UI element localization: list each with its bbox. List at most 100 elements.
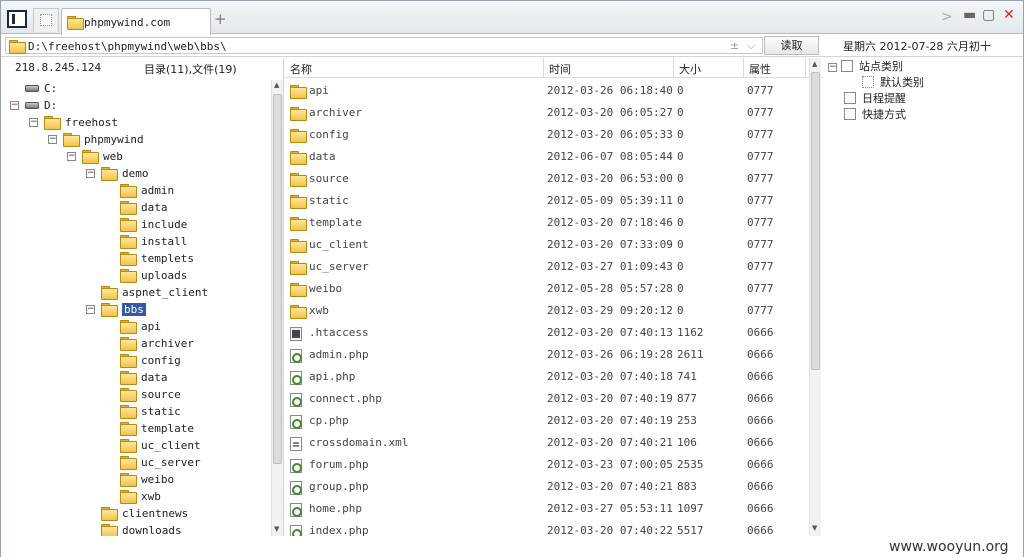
tree-node[interactable]: clientnews: [101, 505, 188, 522]
tree-node[interactable]: uc_client: [120, 437, 201, 454]
tree-node[interactable]: template: [120, 420, 194, 437]
tree-node[interactable]: aspnet_client: [101, 284, 208, 301]
file-row[interactable]: uc_server 2012-03-27 01:09:43 0 0777: [285, 256, 809, 278]
tree-node[interactable]: archiver: [120, 335, 194, 352]
col-attr[interactable]: 属性: [749, 61, 771, 77]
folder-icon: [9, 40, 26, 54]
folder-icon: [120, 320, 137, 334]
tree-node[interactable]: data: [120, 199, 168, 216]
file-time: 2012-03-20 07:40:19: [547, 414, 673, 427]
php-file-icon: [290, 371, 302, 385]
tree-node[interactable]: api: [120, 318, 161, 335]
new-tab-button[interactable]: +: [214, 10, 227, 28]
scroll-up-icon[interactable]: ▲: [274, 81, 279, 89]
file-time: 2012-03-27 05:53:11: [547, 502, 673, 515]
file-time: 2012-05-09 05:39:11: [547, 194, 673, 207]
shortcuts-node[interactable]: 快捷方式: [844, 107, 906, 123]
tree-node[interactable]: − freehost: [29, 114, 118, 131]
collapse-toggle[interactable]: −: [828, 63, 837, 72]
site-category-node[interactable]: − 站点类别: [828, 59, 903, 75]
file-row[interactable]: xwb 2012-03-29 09:20:12 0 0777: [285, 300, 809, 322]
collapse-toggle[interactable]: −: [10, 101, 19, 110]
collapse-toggle[interactable]: −: [86, 305, 95, 314]
close-button[interactable]: ✕: [1003, 7, 1015, 23]
tree-node[interactable]: − phpmywind: [48, 131, 144, 148]
collapse-toggle[interactable]: −: [29, 118, 38, 127]
folder-icon: [290, 239, 307, 253]
file-row[interactable]: api.php 2012-03-20 07:40:18 741 0666: [285, 366, 809, 388]
tree-node[interactable]: data: [120, 369, 168, 386]
folder-icon: [120, 337, 137, 351]
scroll-up-icon[interactable]: ▲: [812, 60, 817, 68]
file-attr: 0777: [747, 84, 774, 97]
collapse-toggle[interactable]: −: [67, 152, 76, 161]
tree-node[interactable]: admin: [120, 182, 174, 199]
file-row[interactable]: index.php 2012-03-20 07:40:22 5517 0666: [285, 520, 809, 536]
chevron-right-icon[interactable]: >: [941, 9, 953, 25]
default-category-node[interactable]: 默认类别: [862, 75, 924, 91]
php-file-icon: [290, 503, 302, 517]
col-time[interactable]: 时间: [549, 61, 571, 77]
scroll-down-icon[interactable]: ▼: [812, 524, 817, 532]
blank-tab[interactable]: [33, 8, 59, 32]
read-button[interactable]: 读取: [764, 36, 819, 55]
file-row[interactable]: .htaccess 2012-03-20 07:40:13 1162 0666: [285, 322, 809, 344]
file-time: 2012-03-20 07:40:21: [547, 436, 673, 449]
tree-node[interactable]: xwb: [120, 488, 161, 505]
tree-node[interactable]: templets: [120, 250, 194, 267]
tree-node[interactable]: C:: [25, 80, 57, 97]
file-row[interactable]: cp.php 2012-03-20 07:40:19 253 0666: [285, 410, 809, 432]
file-row[interactable]: group.php 2012-03-20 07:40:21 883 0666: [285, 476, 809, 498]
file-attr: 0666: [747, 392, 774, 405]
tree-node[interactable]: config: [120, 352, 181, 369]
tree-node[interactable]: − bbs: [86, 301, 146, 318]
tree-node-label: data: [141, 201, 168, 214]
scroll-thumb[interactable]: [273, 94, 282, 464]
plus-minus-icon[interactable]: ±: [730, 39, 739, 52]
col-name[interactable]: 名称: [290, 61, 312, 77]
file-row[interactable]: home.php 2012-03-27 05:53:11 1097 0666: [285, 498, 809, 520]
chevron-down-icon[interactable]: ⌵: [747, 39, 755, 53]
file-row[interactable]: weibo 2012-05-28 05:57:28 0 0777: [285, 278, 809, 300]
file-row[interactable]: template 2012-03-20 07:18:46 0 0777: [285, 212, 809, 234]
tree-node[interactable]: downloads: [101, 522, 182, 536]
file-row[interactable]: api 2012-03-26 06:18:40 0 0777: [285, 80, 809, 102]
file-row[interactable]: archiver 2012-03-20 06:05:27 0 0777: [285, 102, 809, 124]
list-scrollbar[interactable]: ▲ ▼: [809, 58, 821, 536]
col-size[interactable]: 大小: [679, 61, 701, 77]
scroll-thumb[interactable]: [811, 72, 820, 370]
sidebar-toggle-icon[interactable]: [7, 10, 27, 28]
file-time: 2012-03-20 06:05:27: [547, 106, 673, 119]
tree-node[interactable]: − D:: [10, 97, 57, 114]
minimize-button[interactable]: ▬: [963, 7, 976, 23]
file-name: config: [309, 128, 349, 141]
file-row[interactable]: data 2012-06-07 08:05:44 0 0777: [285, 146, 809, 168]
collapse-toggle[interactable]: −: [48, 135, 57, 144]
tree-node[interactable]: − demo: [86, 165, 149, 182]
file-row[interactable]: admin.php 2012-03-26 06:19:28 2611 0666: [285, 344, 809, 366]
tree-node[interactable]: − web: [67, 148, 123, 165]
tree-node[interactable]: static: [120, 403, 181, 420]
tree-node[interactable]: install: [120, 233, 187, 250]
tree-node[interactable]: include: [120, 216, 187, 233]
file-row[interactable]: forum.php 2012-03-23 07:00:05 2535 0666: [285, 454, 809, 476]
tree-node[interactable]: weibo: [120, 471, 174, 488]
file-attr: 0666: [747, 348, 774, 361]
file-row[interactable]: connect.php 2012-03-20 07:40:19 877 0666: [285, 388, 809, 410]
folder-icon: [290, 217, 307, 231]
tree-scrollbar[interactable]: ▲ ▼: [271, 80, 283, 536]
file-row[interactable]: uc_client 2012-03-20 07:33:09 0 0777: [285, 234, 809, 256]
tree-node[interactable]: uploads: [120, 267, 187, 284]
file-row[interactable]: static 2012-05-09 05:39:11 0 0777: [285, 190, 809, 212]
scroll-down-icon[interactable]: ▼: [274, 525, 279, 533]
schedule-node[interactable]: 日程提醒: [844, 91, 906, 107]
file-row[interactable]: crossdomain.xml 2012-03-20 07:40:21 106 066…: [285, 432, 809, 454]
collapse-toggle[interactable]: −: [86, 169, 95, 178]
tab-active[interactable]: phpmywind.com: [61, 8, 211, 35]
tree-node[interactable]: source: [120, 386, 181, 403]
file-row[interactable]: source 2012-03-20 06:53:00 0 0777: [285, 168, 809, 190]
tree-node[interactable]: uc_server: [120, 454, 201, 471]
file-row[interactable]: config 2012-03-20 06:05:33 0 0777: [285, 124, 809, 146]
maximize-button[interactable]: ▢: [982, 7, 995, 23]
path-input[interactable]: D:\freehost\phpmywind\web\bbs\ ± ⌵: [5, 37, 763, 54]
